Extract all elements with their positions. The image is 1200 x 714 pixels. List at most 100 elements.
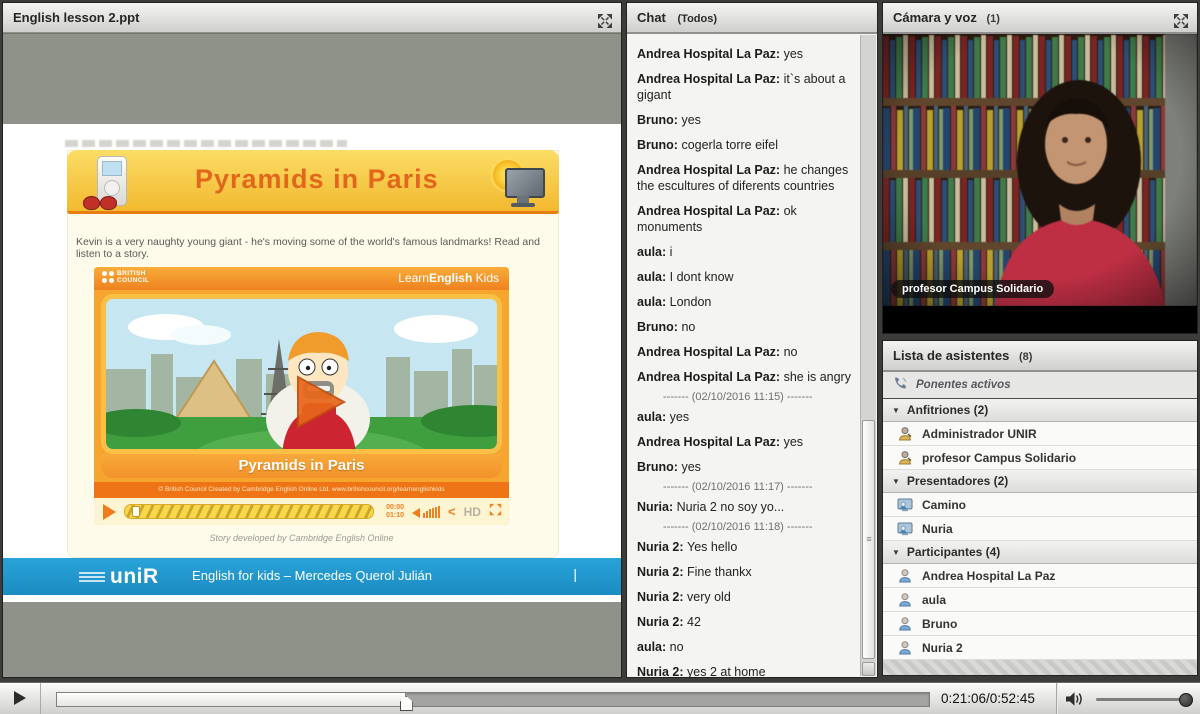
slide-yellow-header: Pyramids in Paris (67, 150, 559, 214)
footer-cursor: | (573, 566, 577, 582)
embedded-video-player: BRITISH COUNCIL LearnEnglish Kids (94, 267, 509, 525)
attendee-list-footer (883, 660, 1197, 675)
course-footer-text: English for kids – Mercedes Querol Juliá… (3, 568, 621, 583)
camera-fullscreen-icon[interactable] (1173, 10, 1189, 26)
active-speakers-row: Ponentes activos (883, 372, 1197, 399)
host-icon (897, 426, 913, 442)
chat-message: aula: i (637, 244, 857, 260)
attendee-list-title: Lista de asistentes (893, 348, 1009, 363)
phone-icon (893, 376, 908, 394)
camera-video-area: profesor Campus Solidario (883, 33, 1197, 333)
attendee-row[interactable]: Camino (883, 493, 1197, 517)
playbar-fill (57, 693, 406, 706)
camera-count: (1) (986, 13, 999, 25)
chat-message: Nuria 2: Fine thankx (637, 564, 857, 580)
volume-icon[interactable] (412, 506, 440, 518)
story-caption: Story developed by Cambridge English Onl… (94, 533, 509, 543)
playback-play-button[interactable] (0, 683, 41, 714)
chat-timestamp-divider: ------- (02/10/2016 11:15) ------- (663, 389, 857, 405)
speaker-volume-icon[interactable] (1064, 690, 1086, 713)
presentation-title: English lesson 2.ppt (13, 10, 139, 25)
chat-pod: Chat (Todos) Andrea Hospital La Paz: yes… (626, 2, 878, 678)
chat-message: Andrea Hospital La Paz: he changes the e… (637, 162, 857, 194)
participant-icon (897, 592, 913, 608)
player-progress-bar[interactable] (124, 504, 374, 519)
learnenglish-kids-logo: LearnEnglish Kids (398, 271, 499, 285)
player-fullscreen-icon[interactable] (489, 503, 502, 521)
volume-slider[interactable] (1096, 698, 1188, 701)
attendee-group-header[interactable]: ▼Presentadores (2) (883, 470, 1197, 493)
scrollbar-grip-icon: ≡ (866, 534, 870, 544)
chat-scope-label: (Todos) (678, 13, 718, 25)
camera-title: Cámara y voz (893, 10, 977, 25)
camera-pod-header: Cámara y voz (1) (883, 3, 1197, 33)
chat-message: Nuria 2: Yes hello (637, 539, 857, 555)
chat-message: Andrea Hospital La Paz: it`s about a gig… (637, 71, 857, 103)
slide-breadcrumb-blur (65, 140, 347, 147)
slide-intro-text: Kevin is a very naughty young giant - he… (76, 236, 546, 260)
chat-timestamp-divider: ------- (02/10/2016 11:17) ------- (663, 479, 857, 495)
presentation-pod-header: English lesson 2.ppt (3, 3, 621, 33)
play-icon[interactable] (103, 504, 116, 520)
playback-time: 0:21:06/0:52:45 (941, 683, 1035, 714)
chat-message: aula: I dont know (637, 269, 857, 285)
chat-title: Chat (637, 10, 666, 25)
attendee-row[interactable]: Nuria 2 (883, 636, 1197, 660)
attendee-list-pod: Lista de asistentes (8) Ponentes activos… (882, 340, 1198, 676)
player-times: 00:00 01:10 (380, 504, 404, 520)
share-icon[interactable]: < (448, 504, 456, 519)
chat-timestamp-divider: ------- (02/10/2016 11:18) ------- (663, 519, 857, 535)
participant-icon (897, 616, 913, 632)
mp3-player-icon (81, 154, 135, 216)
attendee-row[interactable]: Nuria (883, 517, 1197, 541)
presenter-icon (897, 497, 913, 513)
chat-scrollbar-end-button[interactable] (862, 662, 875, 676)
chat-message: Bruno: yes (637, 112, 857, 128)
chat-message: Bruno: cogerla torre eifel (637, 137, 857, 153)
attendee-row[interactable]: aula (883, 588, 1197, 612)
chat-messages: Andrea Hospital La Paz: yes Andrea Hospit… (627, 34, 861, 677)
chat-message: aula: no (637, 639, 857, 655)
chevron-down-icon: ▼ (892, 548, 900, 557)
webcam-video: profesor Campus Solidario (883, 34, 1197, 306)
chat-message: Bruno: no (637, 319, 857, 335)
attendee-pod-header: Lista de asistentes (8) (883, 341, 1197, 371)
hd-label: HD (464, 505, 481, 519)
chevron-down-icon: ▼ (892, 406, 900, 415)
chat-body: Andrea Hospital La Paz: yes Andrea Hospit… (627, 33, 877, 677)
attendee-count: (8) (1019, 351, 1032, 363)
chat-message: Nuria 2: 42 (637, 614, 857, 630)
volume-knob[interactable] (1179, 693, 1193, 707)
player-progress-marker[interactable] (132, 506, 140, 517)
camera-pod: Cámara y voz (1) (882, 2, 1198, 334)
host-icon (897, 450, 913, 466)
chat-message: Nuria 2: very old (637, 589, 857, 605)
sunglasses-icon (83, 196, 117, 212)
attendee-row[interactable]: profesor Campus Solidario (883, 446, 1197, 470)
chat-message: Andrea Hospital La Paz: ok monuments (637, 203, 857, 235)
attendee-group-header[interactable]: ▼Anfitriones (2) (883, 399, 1197, 422)
presentation-stage: Pyramids in Paris Kevin is a very naught… (3, 33, 621, 677)
chat-message: Andrea Hospital La Paz: yes (637, 46, 857, 62)
video-copyright: © British Council Created by Cambridge E… (94, 482, 509, 498)
monitor-icon (493, 160, 545, 212)
chat-message: Nuria 2: yes 2 at home (637, 664, 857, 677)
active-speakers-label: Ponentes activos (916, 379, 1011, 391)
chat-scrollbar[interactable]: ≡ (860, 35, 876, 676)
playback-progress-bar[interactable] (56, 692, 930, 707)
unir-footer-bar: uniR English for kids – Mercedes Querol … (3, 558, 621, 595)
participant-icon (897, 640, 913, 656)
chat-scrollbar-thumb[interactable]: ≡ (862, 420, 875, 659)
attendee-group-header[interactable]: ▼Participantes (4) (883, 541, 1197, 564)
recording-playback-bar: 0:21:06/0:52:45 (0, 682, 1200, 714)
webinar-recording-app: English lesson 2.ppt Pyramids in Paris (0, 0, 1200, 714)
chat-message: aula: yes (637, 409, 857, 425)
attendee-row[interactable]: Administrador UNIR (883, 422, 1197, 446)
chat-message: aula: London (637, 294, 857, 310)
video-title-banner: Pyramids in Paris (101, 454, 502, 478)
attendee-row[interactable]: Bruno (883, 612, 1197, 636)
attendee-row[interactable]: Andrea Hospital La Paz (883, 564, 1197, 588)
slide-heading: Pyramids in Paris (195, 164, 439, 195)
fullscreen-icon[interactable] (597, 10, 613, 26)
chevron-down-icon: ▼ (892, 477, 900, 486)
